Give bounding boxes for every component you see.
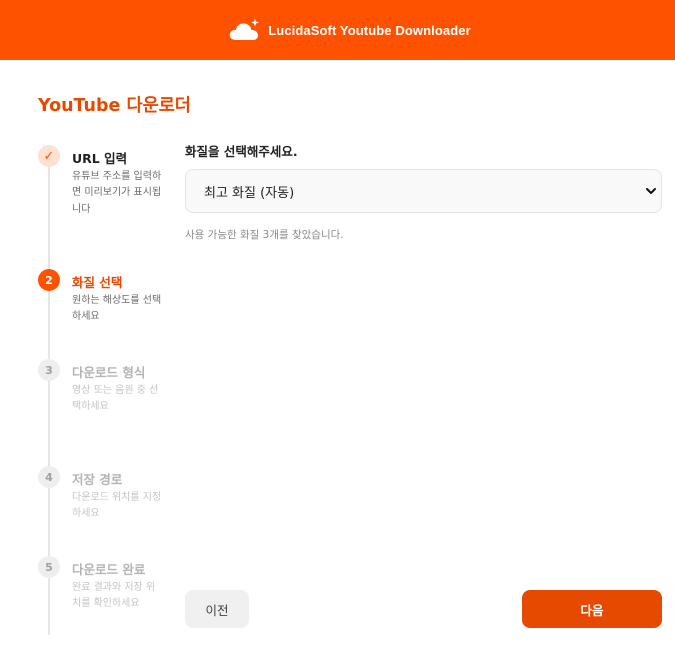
cloud-sparkle-icon <box>230 18 260 40</box>
prev-button[interactable]: 이전 <box>185 590 249 628</box>
step-title: 다운로드 형식 <box>72 365 146 380</box>
step-title: 다운로드 완료 <box>72 562 146 577</box>
step-description: 다운로드 위치를 지정하세요 <box>72 492 162 520</box>
step-title: 저장 경로 <box>72 472 123 487</box>
app-header: LucidaSoft Youtube Downloader <box>0 0 675 60</box>
quality-panel: 화질을 선택해주세요. 최고 화질 (자동) 사용 가능한 화질 3개를 찾았습… <box>185 141 662 242</box>
step-description: 유튜브 주소를 입력하면 미리보기가 표시됩니다 <box>72 171 162 215</box>
step-number: 4 <box>38 466 60 488</box>
step-title: 화질 선택 <box>72 275 123 290</box>
step-description: 완료 결과와 저장 위치를 확인하세요 <box>72 582 156 610</box>
step-number: 3 <box>38 359 60 381</box>
step-number: 2 <box>38 269 60 291</box>
app-title: LucidaSoft Youtube Downloader <box>268 22 471 38</box>
step-description: 원하는 해상도를 선택하세요 <box>72 295 162 323</box>
brand: LucidaSoft Youtube Downloader <box>228 17 471 43</box>
quality-select-value: 최고 화질 (자동) <box>204 185 295 201</box>
chevron-down-icon <box>646 188 656 194</box>
stepper: ✓ URL 입력 유튜브 주소를 입력하면 미리보기가 표시됩니다 2 화질 선… <box>38 145 168 635</box>
step-number: 5 <box>38 556 60 578</box>
quality-select[interactable]: 최고 화질 (자동) <box>185 169 662 213</box>
quality-help-text: 사용 가능한 화질 3개를 찾았습니다. <box>185 229 344 241</box>
quality-label: 화질을 선택해주세요. <box>185 144 298 159</box>
step-description: 영상 또는 음원 중 선택하세요 <box>72 385 159 413</box>
check-icon: ✓ <box>38 145 60 167</box>
next-button[interactable]: 다음 <box>522 590 662 628</box>
step-title: URL 입력 <box>72 151 128 166</box>
page-title: YouTube 다운로더 <box>38 96 191 116</box>
